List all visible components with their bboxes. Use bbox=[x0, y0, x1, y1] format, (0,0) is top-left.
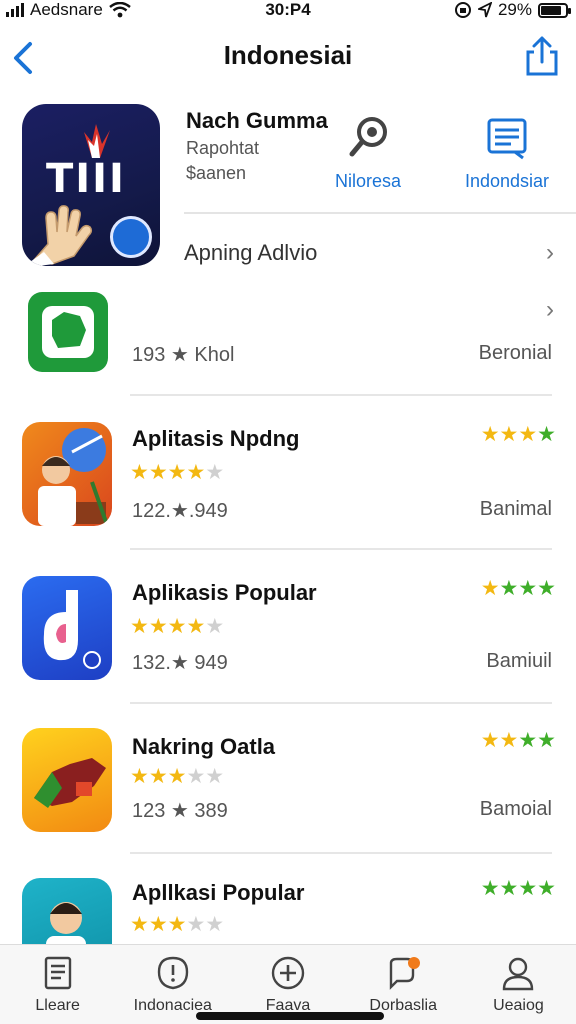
app-badge: Banimal bbox=[479, 498, 552, 520]
location-icon bbox=[477, 2, 492, 18]
app-icon bbox=[22, 728, 112, 832]
student-illustration-icon bbox=[38, 428, 108, 526]
music-note-icon bbox=[43, 590, 101, 669]
tab-label: Ueaiog bbox=[493, 997, 544, 1014]
right-star-rating: ★★★★ bbox=[480, 577, 556, 600]
chat-bubble-icon bbox=[42, 306, 94, 358]
featured-action-2-label: Indondsiar bbox=[464, 171, 550, 191]
lock-rotation-icon bbox=[454, 2, 471, 18]
tab-label: Lleare bbox=[35, 997, 80, 1014]
share-button[interactable] bbox=[522, 34, 562, 78]
divider bbox=[130, 852, 552, 854]
featured-action-1-label: Niloresa bbox=[334, 171, 402, 191]
home-indicator bbox=[196, 1012, 384, 1020]
app-icon bbox=[22, 422, 112, 526]
chevron-right-icon: › bbox=[546, 239, 554, 266]
battery-level bbox=[541, 5, 561, 15]
app-name: Nakring Oatla bbox=[132, 734, 276, 759]
map-leaf-icon bbox=[34, 758, 106, 808]
divider bbox=[130, 548, 552, 550]
app-name: Apllkasi Popular bbox=[132, 880, 305, 905]
status-right: 29% bbox=[454, 0, 571, 20]
chat-icon bbox=[390, 957, 421, 990]
featured-app-name[interactable]: Nach Gumma bbox=[186, 108, 328, 134]
hand-icon bbox=[30, 205, 93, 266]
divider bbox=[184, 212, 576, 214]
featured-app: TIII Nach Gumma Rapohtat $aanen Niloresa… bbox=[0, 96, 576, 286]
app-badge: Bamiuil bbox=[486, 650, 552, 672]
right-star-rating: ★★★★ bbox=[480, 877, 556, 900]
featured-text: Nach Gumma Rapohtat $aanen bbox=[186, 108, 328, 184]
featured-app-icon[interactable]: TIII bbox=[22, 104, 160, 266]
app-stats: 122.★.949 bbox=[132, 500, 228, 522]
app-stats: 193 ★ Khol bbox=[132, 344, 235, 366]
list-item[interactable]: › 193 ★ Khol Beronial bbox=[0, 290, 576, 398]
app-badge: Beronial bbox=[478, 342, 552, 364]
emblem-icon bbox=[110, 216, 152, 258]
app-stats: 132.★ 949 bbox=[132, 652, 228, 674]
page-title: Indonesiai bbox=[223, 40, 353, 70]
alert-icon bbox=[157, 956, 188, 990]
featured-app-subtitle: Rapohtat bbox=[186, 138, 260, 158]
list-item[interactable]: Aplitasis Npdng ★★★★★ 122.★.949 ★★★★ Ban… bbox=[0, 414, 576, 554]
featured-action-2[interactable]: Indondsiar bbox=[452, 114, 562, 192]
star-rating: ★★★★★ bbox=[130, 461, 225, 484]
featured-row-link[interactable]: Apning Adlvio › bbox=[184, 236, 554, 270]
status-bar: Aedsnare 30:P4 29% bbox=[0, 0, 576, 22]
app-icon bbox=[28, 292, 108, 372]
featured-row-label: Apning Adlvio bbox=[184, 240, 318, 265]
app-badge: Bamoial bbox=[479, 798, 552, 820]
list-item[interactable]: Aplikasis Popular ★★★★★ 132.★ 949 ★★★★ B… bbox=[0, 568, 576, 708]
star-rating: ★★★★★ bbox=[130, 615, 225, 638]
featured-icon-text: TIII bbox=[46, 156, 126, 202]
app-icon bbox=[22, 878, 112, 944]
plus-icon bbox=[271, 956, 305, 990]
navigation-bar: Indonesiai bbox=[0, 24, 576, 94]
share-icon bbox=[526, 36, 558, 76]
tab-list[interactable]: Lleare bbox=[0, 945, 115, 1024]
list-icon bbox=[44, 956, 71, 990]
app-stats: 123 ★ 389 bbox=[132, 800, 228, 822]
chevron-right-icon: › bbox=[546, 296, 554, 323]
star-rating: ★★★★★ bbox=[130, 765, 225, 788]
battery-icon bbox=[538, 2, 571, 18]
battery-percent: 29% bbox=[497, 0, 532, 19]
divider bbox=[130, 394, 552, 396]
app-name: Aplikasis Popular bbox=[132, 580, 317, 605]
list-item[interactable]: Apllkasi Popular ★★★★★ ★★★★ bbox=[0, 872, 576, 944]
user-icon bbox=[503, 957, 534, 991]
featured-app-meta: $aanen bbox=[186, 163, 247, 183]
list-item[interactable]: Nakring Oatla ★★★★★ 123 ★ 389 ★★★★ Bamoi… bbox=[0, 720, 576, 860]
document-icon bbox=[487, 118, 527, 160]
right-star-rating: ★★★★ bbox=[480, 423, 556, 446]
star-rating: ★★★★★ bbox=[130, 913, 225, 936]
app-icon bbox=[22, 576, 112, 680]
app-name: Aplitasis Npdng bbox=[132, 426, 300, 451]
divider bbox=[130, 702, 552, 704]
search-icon bbox=[349, 117, 387, 157]
featured-action-1[interactable]: Niloresa bbox=[318, 114, 418, 192]
right-star-rating: ★★★★ bbox=[480, 729, 556, 752]
person-illustration-icon bbox=[46, 902, 86, 944]
tab-profile[interactable]: Ueaiog bbox=[461, 945, 576, 1024]
torch-flame-icon bbox=[84, 124, 110, 158]
